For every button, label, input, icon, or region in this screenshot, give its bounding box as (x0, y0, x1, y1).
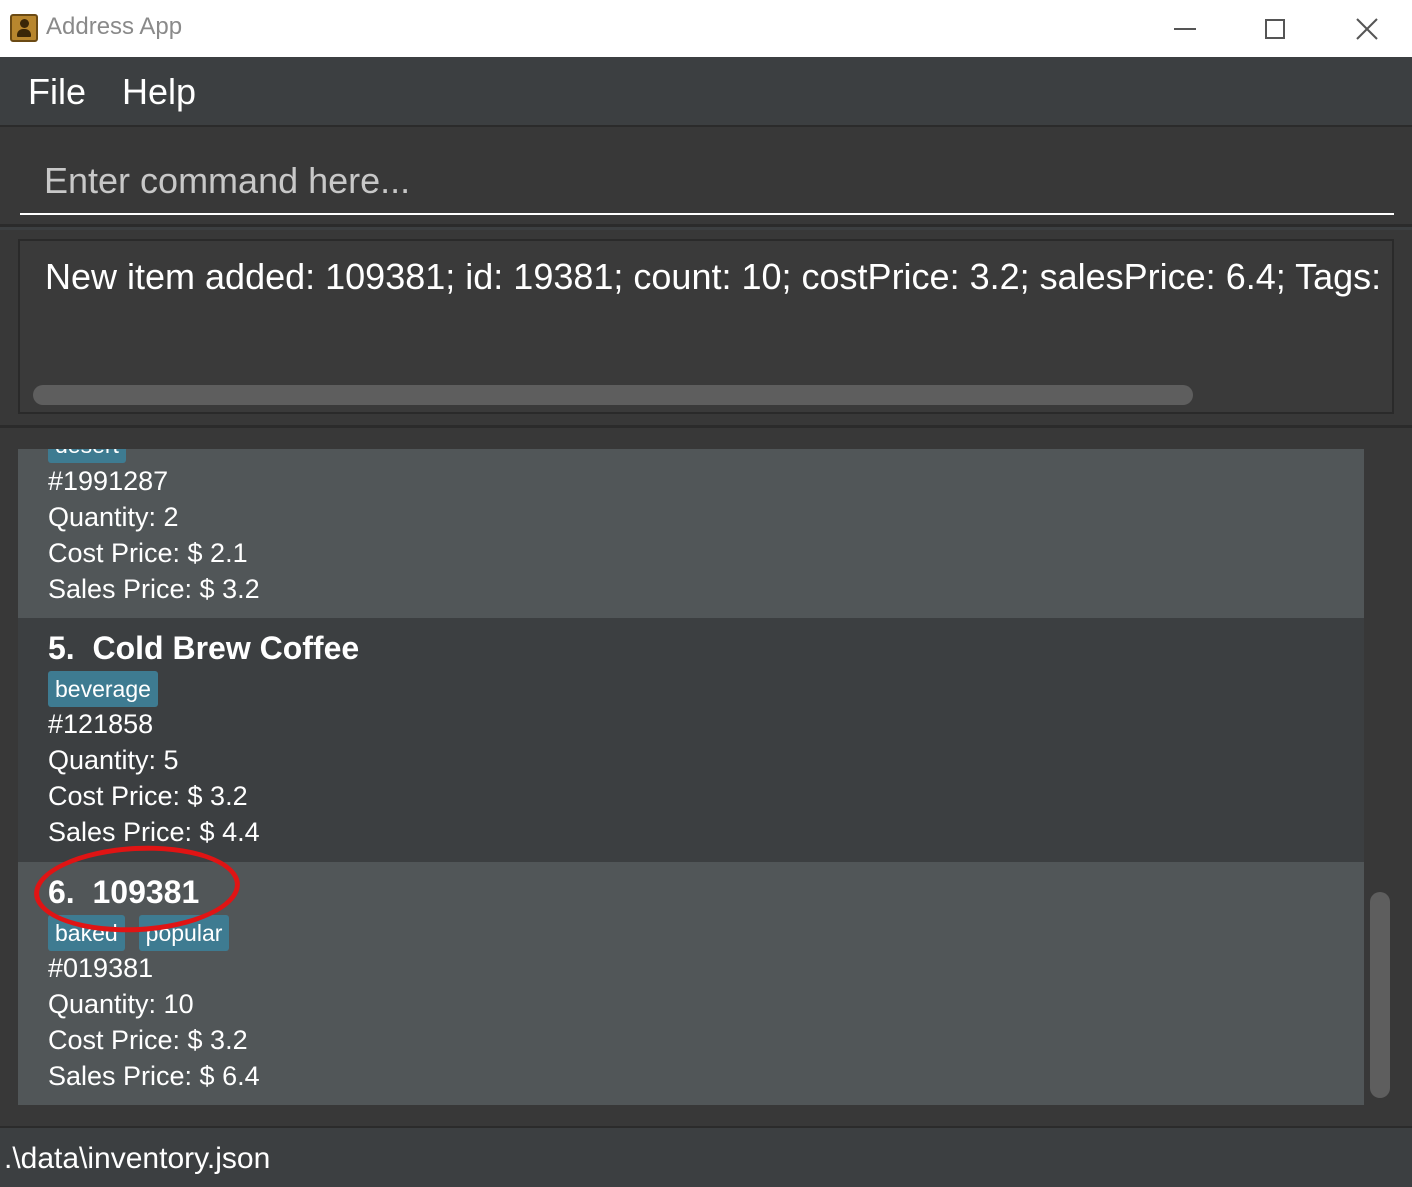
maximize-icon (1265, 18, 1285, 39)
item-cost-price: Cost Price: $ 3.2 (48, 781, 248, 811)
item-card[interactable]: 5. Cold Brew Coffee beverage #121858 Qua… (18, 618, 1364, 862)
menu-help[interactable]: Help (122, 71, 196, 113)
item-quantity: Quantity: 2 (48, 502, 179, 532)
menu-file[interactable]: File (28, 71, 86, 113)
item-list[interactable]: desert #1991287 Quantity: 2 Cost Price: … (18, 449, 1364, 1105)
status-bar: .\data\inventory.json (0, 1126, 1412, 1187)
close-icon (1356, 17, 1378, 40)
tag: beverage (48, 671, 158, 707)
tag-list: desert (48, 449, 126, 463)
item-card[interactable]: desert #1991287 Quantity: 2 Cost Price: … (18, 449, 1364, 619)
title-bar: Address App (0, 0, 1412, 57)
command-box (0, 127, 1412, 227)
item-quantity: Quantity: 10 (48, 989, 194, 1019)
item-id: #1991287 (48, 466, 169, 496)
list-vertical-scrollbar[interactable] (1370, 892, 1390, 1098)
address-book-icon (10, 14, 38, 42)
item-card[interactable]: 6. 109381 baked popular #019381 Quantity… (18, 862, 1364, 1105)
item-title: 6. 109381 (48, 874, 200, 910)
result-display: New item added: 109381; id: 19381; count… (18, 239, 1394, 414)
maximize-button[interactable] (1230, 0, 1320, 57)
tag: popular (138, 915, 230, 951)
item-cost-price: Cost Price: $ 2.1 (48, 538, 248, 568)
item-title: 5. Cold Brew Coffee (48, 630, 360, 666)
item-id: #019381 (48, 953, 154, 983)
item-quantity: Quantity: 5 (48, 745, 179, 775)
tag-list: baked popular (48, 915, 230, 951)
result-text: New item added: 109381; id: 19381; count… (45, 256, 1392, 297)
item-sales-price: Sales Price: $ 3.2 (48, 574, 260, 604)
save-location: .\data\inventory.json (4, 1142, 271, 1175)
close-button[interactable] (1322, 0, 1412, 57)
tag: baked (48, 915, 125, 951)
tag-list: beverage (48, 671, 158, 707)
result-horizontal-scrollbar[interactable] (33, 385, 1193, 405)
item-id: #121858 (48, 709, 154, 739)
result-display-panel: New item added: 109381; id: 19381; count… (0, 230, 1412, 428)
tag: desert (48, 449, 126, 463)
item-sales-price: Sales Price: $ 6.4 (48, 1061, 260, 1091)
item-cost-price: Cost Price: $ 3.2 (48, 1025, 248, 1055)
menu-bar: File Help (0, 57, 1412, 127)
minimize-icon (1174, 27, 1196, 30)
item-list-panel: desert #1991287 Quantity: 2 Cost Price: … (0, 428, 1412, 1126)
command-input[interactable] (20, 149, 1394, 215)
minimize-button[interactable] (1140, 0, 1230, 57)
item-sales-price: Sales Price: $ 4.4 (48, 817, 260, 847)
window-title: Address App (46, 13, 183, 40)
